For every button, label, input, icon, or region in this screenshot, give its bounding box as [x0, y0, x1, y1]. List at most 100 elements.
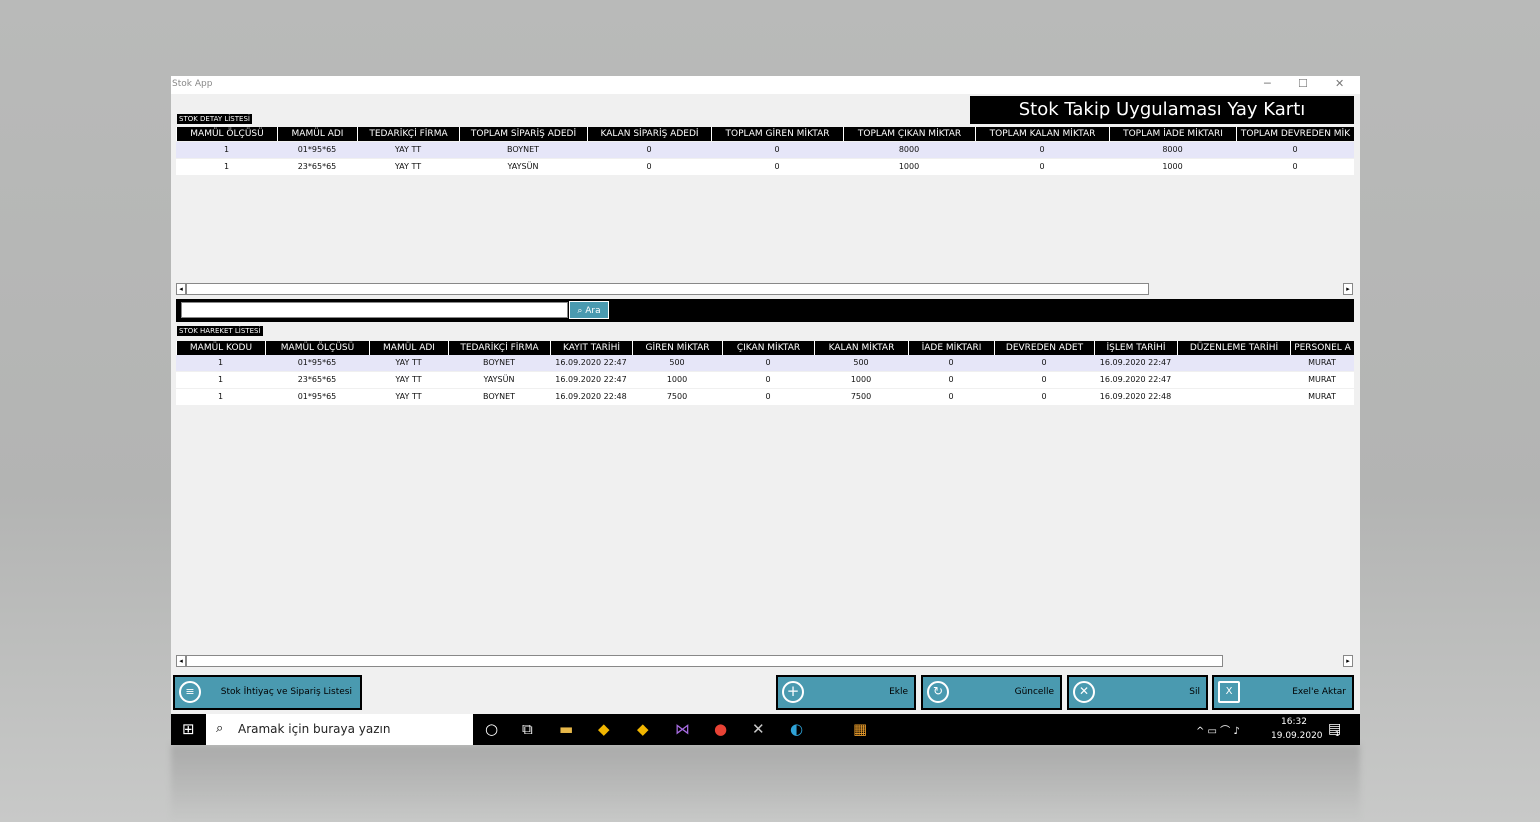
search-input[interactable] [181, 302, 568, 318]
table-row[interactable]: 1 01*95*65 YAY TT BOYNET 16.09.2020 22:48 750… [176, 389, 1354, 405]
scroll-thumb[interactable] [186, 655, 1223, 667]
close-icon[interactable]: ✕ [1335, 77, 1344, 90]
column-header[interactable]: KALAN MİKTAR [814, 341, 908, 355]
update-button[interactable]: ↻ Güncelle [921, 675, 1062, 710]
table-row[interactable]: 1 01*95*65 YAY TT BOYNET 0 0 8000 0 8000 0 [176, 142, 1354, 158]
scroll-left-icon[interactable]: ◂ [176, 283, 186, 295]
table-cell: 1 [217, 358, 224, 367]
table-cell: MURAT [1308, 392, 1336, 401]
scroll-right-icon[interactable]: ▸ [1343, 283, 1353, 295]
chrome-icon[interactable]: ● [714, 721, 727, 737]
column-header[interactable]: MAMÜL ADI [369, 341, 448, 355]
table-cell: 0 [1292, 145, 1298, 154]
table-cell: 500 [853, 358, 869, 367]
list-icon: ≡ [179, 681, 201, 703]
table-cell: 8000 [898, 145, 920, 154]
taskbar-search-placeholder: Aramak için buraya yazın [238, 722, 391, 736]
table-cell: 1 [217, 375, 224, 384]
table-cell: 23*65*65 [297, 375, 337, 384]
table-cell: 0 [1041, 375, 1047, 384]
file-explorer-icon[interactable]: ▬ [559, 721, 573, 737]
edge-icon[interactable]: ◐ [790, 721, 803, 737]
column-header[interactable]: TEDARİKÇİ FİRMA [448, 341, 550, 355]
table-cell [1177, 372, 1290, 388]
column-header[interactable]: MAMÜL ADI [277, 127, 357, 141]
column-header[interactable]: DÜZENLEME TARİHİ [1177, 341, 1290, 355]
column-header[interactable]: İŞLEM TARİHİ [1094, 341, 1177, 355]
app-diamond-icon[interactable]: ◆ [637, 721, 649, 737]
scroll-thumb[interactable] [186, 283, 1149, 295]
movement-horizontal-scrollbar[interactable]: ◂ ▸ [176, 655, 1354, 667]
app-diamond-icon[interactable]: ◆ [598, 721, 610, 737]
table-cell: 16.09.2020 22:48 [555, 392, 627, 401]
table-cell: 0 [948, 375, 954, 384]
table-cell: 0 [774, 162, 780, 171]
detail-horizontal-scrollbar[interactable]: ◂ ▸ [176, 283, 1354, 295]
table-cell: 1 [223, 162, 230, 171]
column-header[interactable]: KALAN SİPARİŞ ADEDİ [587, 127, 711, 141]
maximize-icon[interactable]: ☐ [1298, 77, 1308, 90]
column-header[interactable]: MAMÜL ÖLÇÜSÜ [176, 127, 277, 141]
table-cell: BOYNET [506, 145, 540, 154]
movement-list-label: STOK HAREKET LİSTESİ [177, 326, 263, 336]
cortana-icon[interactable]: ○ [485, 721, 498, 737]
add-button[interactable]: + Ekle [776, 675, 916, 710]
column-header[interactable]: TOPLAM GİREN MİKTAR [711, 127, 843, 141]
column-header[interactable]: MAMÜL KODU [176, 341, 265, 355]
search-icon: ⌕ [216, 721, 224, 736]
search-icon: ⌕ [577, 306, 583, 316]
column-header[interactable]: TOPLAM İADE MİKTARI [1109, 127, 1236, 141]
stock-needs-list-button[interactable]: ≡ Stok İhtiyaç ve Sipariş Listesi [173, 675, 362, 710]
column-header[interactable]: TEDARİKÇİ FİRMA [357, 127, 459, 141]
minimize-icon[interactable]: ─ [1264, 77, 1271, 90]
column-header[interactable]: TOPLAM KALAN MİKTAR [975, 127, 1109, 141]
stock-needs-list-label: Stok İhtiyaç ve Sipariş Listesi [220, 687, 352, 697]
tray-icons[interactable]: ^ ▭ ⌒ ♪ [1196, 722, 1240, 737]
table-cell: 16.09.2020 22:48 [1099, 392, 1172, 401]
table-cell: 0 [1041, 392, 1047, 401]
table-cell: 1000 [850, 375, 872, 384]
add-button-label: Ekle [889, 687, 908, 697]
scroll-right-icon[interactable]: ▸ [1343, 655, 1353, 667]
excel-icon: X [1218, 681, 1240, 703]
table-cell: 0 [646, 145, 652, 154]
column-header[interactable]: DEVREDEN ADET [994, 341, 1094, 355]
column-header[interactable]: TOPLAM SİPARİŞ ADEDİ [459, 127, 587, 141]
export-excel-button[interactable]: X Exel'e Aktar [1212, 675, 1354, 710]
table-cell: 16.09.2020 22:47 [555, 375, 627, 384]
table-cell: 16.09.2020 22:47 [555, 358, 627, 367]
column-header[interactable]: İADE MİKTARI [908, 341, 994, 355]
table-cell: BOYNET [482, 392, 516, 401]
column-header[interactable]: TOPLAM DEVREDEN MİK [1236, 127, 1354, 141]
export-button-label: Exel'e Aktar [1292, 687, 1346, 697]
task-view-icon[interactable]: ⧉ [522, 721, 533, 737]
stok-app-taskbar-icon[interactable]: ▦ [853, 721, 867, 737]
taskbar-search-box[interactable]: ⌕ Aramak için buraya yazın [206, 714, 473, 745]
clock-time[interactable]: 16:32 [1281, 717, 1307, 727]
column-header[interactable]: ÇIKAN MİKTAR [722, 341, 814, 355]
title-bar: Stok App ─ ☐ ✕ [171, 76, 1360, 94]
table-cell: BOYNET [482, 358, 516, 367]
tools-icon[interactable]: ✕ [752, 721, 765, 737]
table-row[interactable]: 1 01*95*65 YAY TT BOYNET 16.09.2020 22:47 500… [176, 355, 1354, 371]
table-row[interactable]: 1 23*65*65 YAY TT YAYSÜN 0 0 1000 0 1000 0 [176, 159, 1354, 175]
column-header[interactable]: GİREN MİKTAR [632, 341, 722, 355]
search-button-label: Ara [585, 306, 601, 316]
scroll-left-icon[interactable]: ◂ [176, 655, 186, 667]
column-header[interactable]: TOPLAM ÇIKAN MİKTAR [843, 127, 975, 141]
stock-movement-grid[interactable]: MAMÜL KODU MAMÜL ÖLÇÜSÜ MAMÜL ADI TEDARİKÇİ… [176, 341, 1354, 654]
windows-start-icon[interactable]: ⊞ [182, 721, 195, 737]
column-header[interactable]: PERSONEL A [1290, 341, 1354, 355]
visual-studio-icon[interactable]: ⋈ [675, 721, 690, 737]
table-cell: 7500 [666, 392, 688, 401]
stock-detail-grid[interactable]: MAMÜL ÖLÇÜSÜ MAMÜL ADI TEDARİKÇİ FİRMA TOPL… [176, 127, 1354, 282]
delete-button[interactable]: ✕ Sil [1067, 675, 1208, 710]
search-button[interactable]: ⌕ Ara [569, 301, 609, 319]
clock-date[interactable]: 19.09.2020 [1271, 731, 1323, 741]
table-cell: 01*95*65 [297, 392, 337, 401]
table-row[interactable]: 1 23*65*65 YAY TT YAYSÜN 16.09.2020 22:47 100… [176, 372, 1354, 388]
column-header[interactable]: KAYIT TARİHİ [550, 341, 632, 355]
column-header[interactable]: MAMÜL ÖLÇÜSÜ [265, 341, 369, 355]
table-cell: MURAT [1308, 375, 1336, 384]
table-cell: YAY TT [394, 162, 422, 171]
